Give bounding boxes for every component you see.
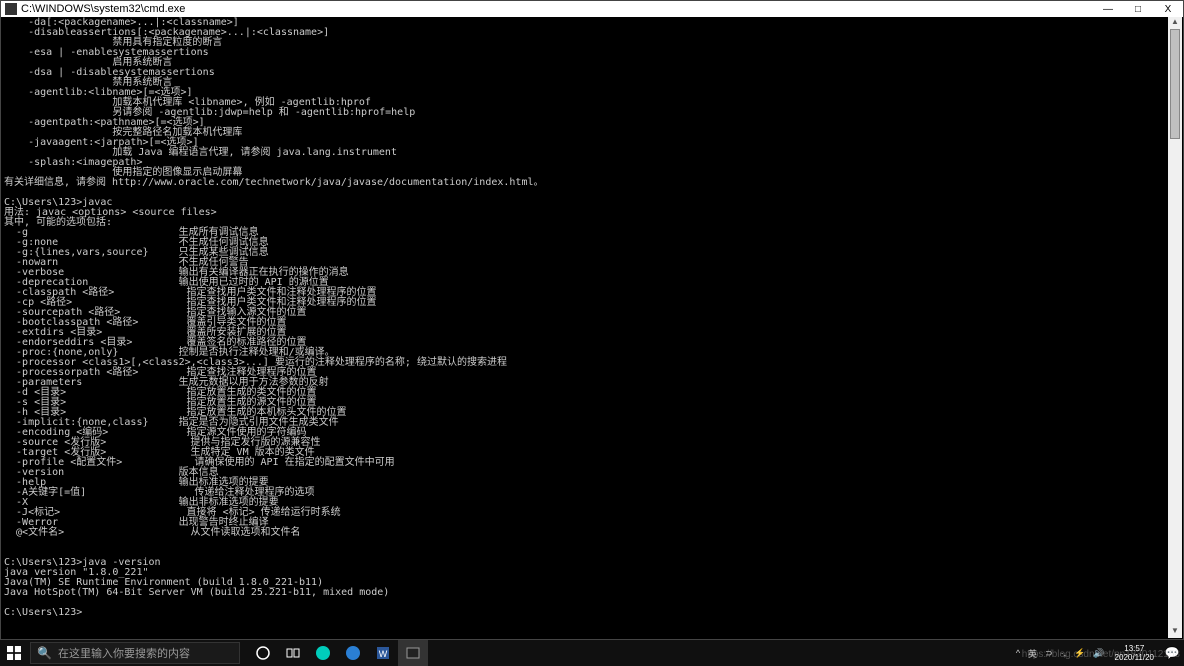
start-button[interactable] — [0, 640, 28, 666]
edge-icon — [345, 645, 361, 661]
svg-text:W: W — [379, 649, 388, 659]
title-bar[interactable]: C:\WINDOWS\system32\cmd.exe — □ X — [1, 1, 1183, 17]
cortana-button[interactable] — [248, 640, 278, 666]
network-icon[interactable]: ⚡ — [1070, 648, 1089, 659]
cmd-icon — [5, 3, 17, 15]
window-title: C:\WINDOWS\system32\cmd.exe — [21, 3, 185, 15]
terminal-output[interactable]: -da[:<packagename>...|:<classname>] -dis… — [2, 17, 1168, 638]
cmd-taskbar-button[interactable] — [398, 640, 428, 666]
punct-icon[interactable]: ·, — [1057, 648, 1071, 658]
search-icon: 🔍 — [37, 646, 52, 660]
terminal-area: -da[:<packagename>...|:<classname>] -dis… — [2, 17, 1182, 638]
taskbar: 🔍 在这里输入你要搜索的内容 W ^ 英 ⊃ ·, ⚡ 🔊 13:57 202 — [0, 640, 1184, 666]
cortana-icon — [256, 646, 270, 660]
cmd-taskbar-icon — [405, 645, 421, 661]
taskbar-right: ^ 英 ⊃ ·, ⚡ 🔊 13:57 2020/11/20 💬 — [1012, 640, 1184, 666]
browser-1-button[interactable] — [308, 640, 338, 666]
clock[interactable]: 13:57 2020/11/20 — [1109, 644, 1160, 662]
edge-button[interactable] — [338, 640, 368, 666]
minimize-button[interactable]: — — [1093, 1, 1123, 17]
window-controls: — □ X — [1093, 1, 1183, 17]
clock-time: 13:57 — [1115, 644, 1154, 653]
search-placeholder: 在这里输入你要搜索的内容 — [58, 645, 190, 661]
scrollbar[interactable]: ▲ ▼ — [1168, 17, 1182, 638]
maximize-button[interactable]: □ — [1123, 1, 1153, 17]
cmd-window: C:\WINDOWS\system32\cmd.exe — □ X -da[:<… — [0, 0, 1184, 640]
clock-date: 2020/11/20 — [1115, 653, 1154, 662]
volume-icon[interactable]: 🔊 — [1089, 648, 1108, 659]
windows-icon — [7, 646, 21, 660]
word-button[interactable]: W — [368, 640, 398, 666]
search-box[interactable]: 🔍 在这里输入你要搜索的内容 — [30, 642, 240, 664]
half-width-icon[interactable]: ⊃ — [1041, 648, 1057, 659]
tray-up-icon[interactable]: ^ — [1012, 648, 1024, 658]
task-view-button[interactable] — [278, 640, 308, 666]
notification-button[interactable]: 💬 — [1160, 640, 1184, 666]
scroll-down-arrow[interactable]: ▼ — [1168, 626, 1182, 638]
scroll-up-arrow[interactable]: ▲ — [1168, 17, 1182, 29]
word-icon: W — [375, 645, 391, 661]
browser-icon — [315, 645, 331, 661]
scroll-thumb[interactable] — [1170, 29, 1180, 139]
ime-icon[interactable]: 英 — [1024, 647, 1041, 660]
taskbar-icons: W — [248, 640, 428, 666]
task-view-icon — [286, 646, 300, 660]
close-button[interactable]: X — [1153, 1, 1183, 17]
